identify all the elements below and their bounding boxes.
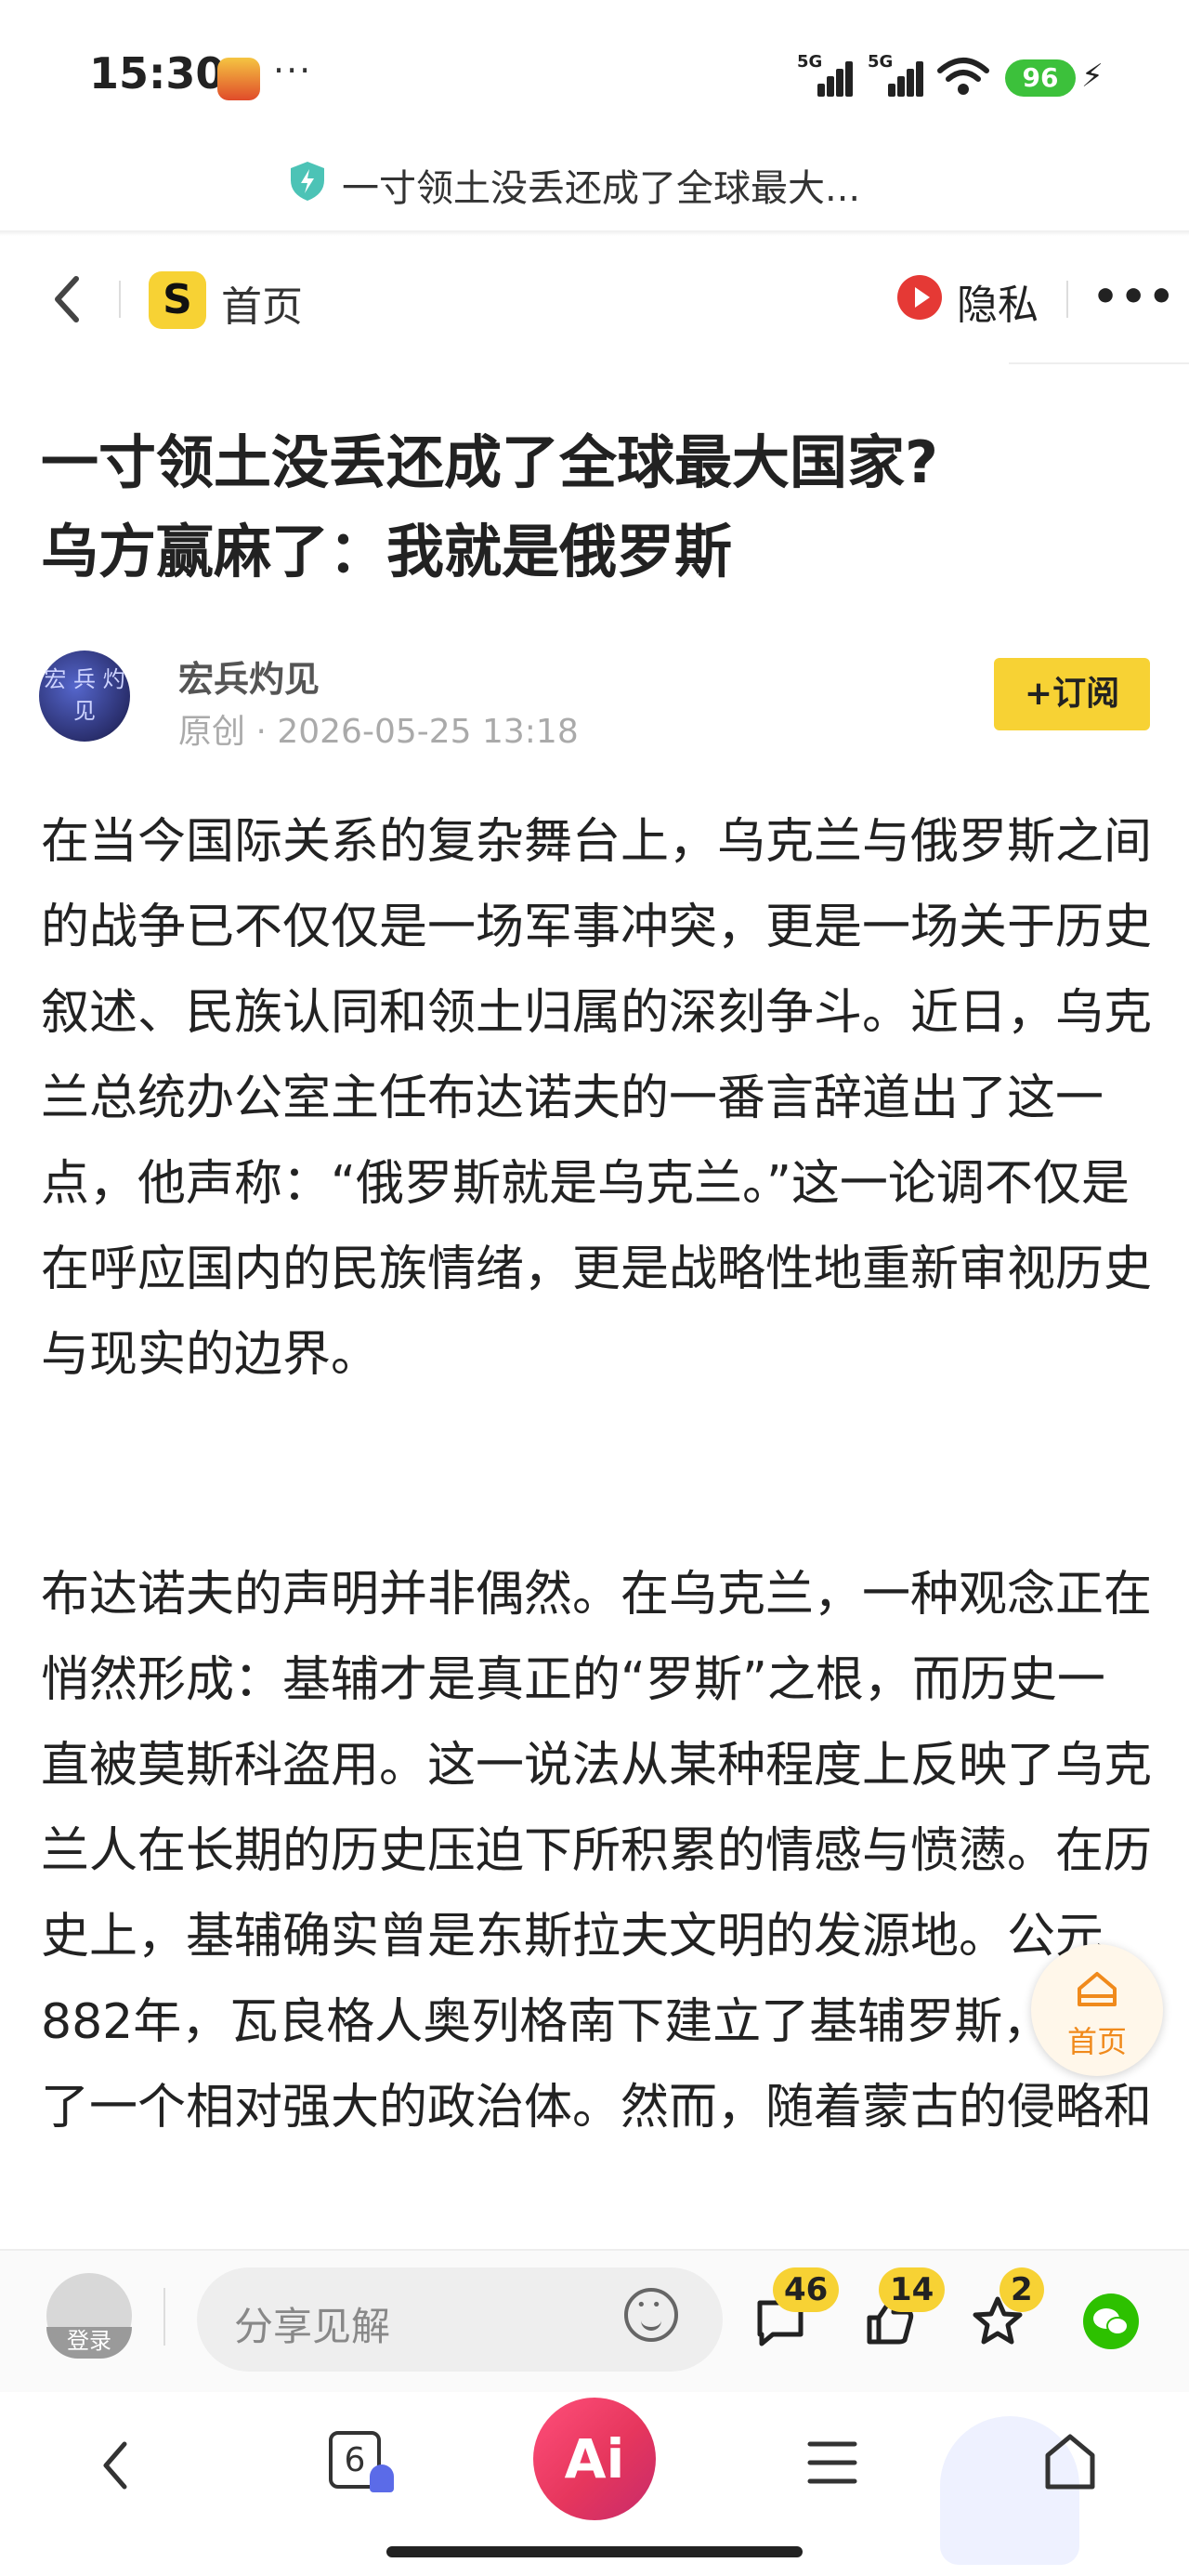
floating-home-label: 首页 xyxy=(1066,2024,1127,2059)
wifi-icon xyxy=(937,58,989,95)
url-bar-title[interactable]: 一寸领土没丢还成了全球最大... xyxy=(342,158,860,212)
emoji-icon[interactable] xyxy=(624,2288,678,2342)
cell-signal-icon: 5G xyxy=(797,52,853,97)
like-count-badge: 14 xyxy=(879,2267,946,2312)
divider xyxy=(1066,281,1068,318)
more-menu-icon[interactable]: ••• xyxy=(1092,273,1176,321)
home-link[interactable]: 首页 xyxy=(221,273,303,333)
secure-shield-icon xyxy=(291,162,324,201)
article-title-line: 乌方赢麻了：我就是俄罗斯 xyxy=(41,518,733,585)
home-icon xyxy=(1078,1972,1117,2006)
divider xyxy=(163,2288,165,2346)
wechat-share-icon[interactable] xyxy=(1083,2293,1139,2349)
floating-home-button[interactable]: 首页 xyxy=(1031,1944,1163,2076)
favorite-count-badge: 2 xyxy=(1000,2267,1044,2312)
status-time: 15:30 xyxy=(89,48,226,99)
ghost-mascot-icon xyxy=(370,2464,394,2492)
comment-placeholder: 分享见解 xyxy=(234,2304,391,2349)
ai-assistant-button[interactable]: Ai xyxy=(533,2398,656,2520)
network-type-label: 5G xyxy=(868,52,894,72)
back-icon[interactable] xyxy=(48,271,85,327)
battery-icon: 96 xyxy=(1005,59,1076,97)
subscribe-button[interactable]: +订阅 xyxy=(994,658,1150,730)
privacy-button[interactable]: 隐私 xyxy=(957,271,1039,331)
notification-app-icon xyxy=(217,58,260,100)
home-icon[interactable] xyxy=(1042,2431,1098,2492)
menu-icon[interactable] xyxy=(806,2438,858,2487)
article-meta: 原创 · 2026-05-25 13:18 xyxy=(178,713,579,751)
home-indicator[interactable] xyxy=(386,2546,803,2557)
charging-icon: ⚡ xyxy=(1081,58,1104,95)
status-bar: 15:30 ··· 5G 5G 96 ⚡ xyxy=(0,0,1189,149)
more-notifications-icon: ··· xyxy=(273,50,313,91)
back-icon[interactable] xyxy=(97,2435,134,2496)
article-paragraph: 布达诺夫的声明并非偶然。在乌克兰，一种观念正在悄然形成：基辅才是真正的“罗斯”之… xyxy=(41,1567,1153,2136)
divider xyxy=(1009,362,1189,364)
divider xyxy=(0,230,1189,236)
author-avatar[interactable]: 宏 兵 灼 见 xyxy=(39,651,130,742)
privacy-icon[interactable] xyxy=(897,275,942,320)
author-name[interactable]: 宏兵灼见 xyxy=(178,651,320,702)
article-paragraph: 在当今国际关系的复杂舞台上，乌克兰与俄罗斯之间的战争已不仅仅是一场军事冲突，更是… xyxy=(41,814,1153,1383)
article-title-line: 一寸领土没丢还成了全球最大国家? xyxy=(41,428,938,496)
divider xyxy=(119,281,121,318)
sohu-logo[interactable]: S xyxy=(149,271,206,329)
article-title: 一寸领土没丢还成了全球最大国家? 乌方赢麻了：我就是俄罗斯 xyxy=(41,418,1156,597)
cell-signal-icon: 5G xyxy=(868,52,923,97)
network-type-label: 5G xyxy=(797,52,823,72)
comment-count-badge: 46 xyxy=(773,2267,840,2312)
